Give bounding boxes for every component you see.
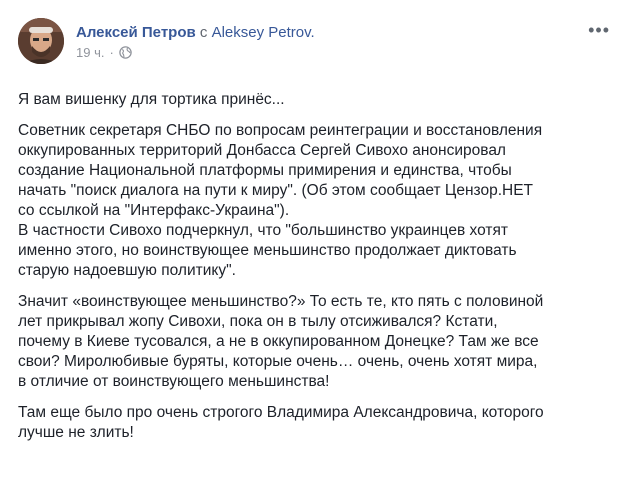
post-meta: Алексей Петров с Aleksey Petrov. 19 ч. · [76,18,315,60]
timestamp-link[interactable]: 19 ч. [76,45,104,60]
separator-dot: · [109,45,114,60]
post-paragraph: Значит «воинствующее меньшинство?» То ес… [18,293,544,390]
author-avatar[interactable] [18,18,64,64]
author-name-link[interactable]: Алексей Петров [76,24,196,41]
facebook-post: Алексей Петров с Aleksey Petrov. 19 ч. ·… [0,0,628,491]
post-paragraph: Советник секретаря СНБО по вопросам реин… [18,122,543,279]
page-name-link[interactable]: Aleksey Petrov. [212,24,315,41]
globe-icon[interactable] [119,46,132,59]
post-body: Я вам вишенку для тортика принёс... Сове… [18,90,618,443]
more-options-button[interactable]: ••• [588,20,610,41]
post-subline: 19 ч. · [76,45,315,60]
post-paragraph: Я вам вишенку для тортика принёс... [18,91,285,108]
author-line: Алексей Петров с Aleksey Petrov. [76,23,315,42]
post-paragraph: Там еще было про очень строгого Владимир… [18,404,544,441]
with-text: с [199,24,208,41]
post-header: Алексей Петров с Aleksey Petrov. 19 ч. · [18,18,612,66]
